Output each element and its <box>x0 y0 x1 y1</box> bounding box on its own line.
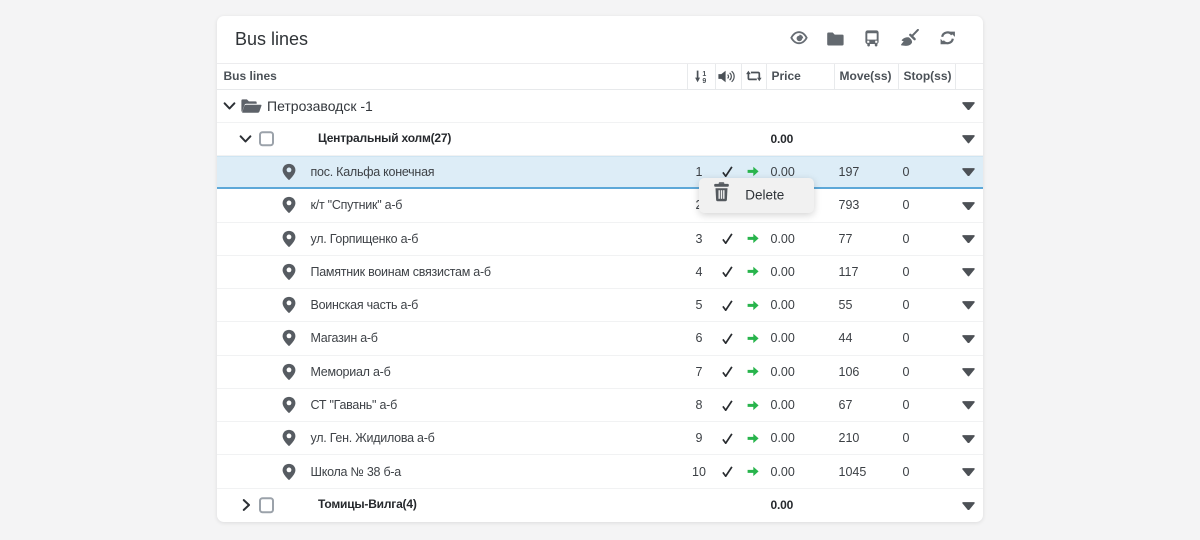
svg-text:9: 9 <box>702 78 706 83</box>
svg-text:1: 1 <box>702 71 706 78</box>
